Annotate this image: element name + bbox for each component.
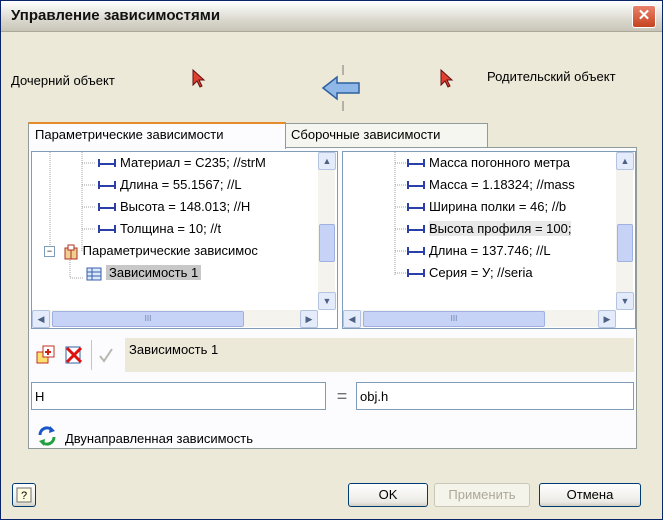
dimension-icon — [98, 158, 116, 169]
constraints-folder-icon — [64, 244, 78, 260]
close-icon: ✕ — [637, 7, 651, 24]
tree-item[interactable]: Высота = 148.013; //H — [98, 196, 250, 218]
apply-button[interactable]: Применить — [434, 483, 530, 507]
scroll-up-button[interactable]: ▲ — [616, 152, 634, 170]
bidirectional-label: Двунаправленная зависимость — [65, 431, 254, 446]
delete-dependency-button[interactable] — [63, 344, 85, 366]
dimension-icon — [407, 158, 425, 169]
add-dependency-icon — [36, 345, 55, 364]
left-expression-input[interactable]: H — [31, 382, 326, 410]
parent-object-label: Родительский объект — [487, 69, 616, 84]
dependency-name: Зависимость 1 — [129, 342, 219, 357]
scroll-right-button[interactable]: ▶ — [300, 310, 318, 328]
tab-panel: Материал = C235; //strM Длина = 55.1567;… — [28, 147, 637, 449]
scroll-up-button[interactable]: ▲ — [318, 152, 336, 170]
apply-dependency-button[interactable] — [95, 344, 117, 366]
cancel-button[interactable]: Отмена — [539, 483, 641, 507]
dimension-icon — [98, 180, 116, 191]
scroll-right-button[interactable]: ▶ — [598, 310, 616, 328]
window-title: Управление зависимостями — [11, 7, 221, 24]
vertical-scrollbar[interactable]: ▲ ▼ — [318, 152, 336, 310]
equals-sign: = — [336, 386, 348, 406]
refresh-icon — [38, 426, 56, 446]
scroll-left-button[interactable]: ◀ — [343, 310, 361, 328]
delete-dependency-icon — [65, 346, 83, 364]
dimension-icon — [98, 224, 116, 235]
direction-indicator — [319, 65, 367, 111]
vertical-scrollbar[interactable]: ▲ ▼ — [616, 152, 634, 310]
child-tree[interactable]: Материал = C235; //strM Длина = 55.1567;… — [31, 151, 338, 329]
horizontal-scrollbar[interactable]: ◀ III ▶ — [32, 310, 318, 328]
tree-item[interactable]: Материал = C235; //strM — [98, 152, 266, 174]
scroll-thumb[interactable]: III — [52, 311, 244, 327]
dimension-icon — [407, 268, 425, 279]
dependency-icon — [86, 267, 102, 281]
dialog-window: Управление зависимостями ✕ Дочерний объе… — [0, 0, 663, 520]
pick-parent-button[interactable] — [433, 65, 459, 91]
tab-parametric[interactable]: Параметрические зависимости — [28, 122, 286, 149]
dimension-icon — [407, 180, 425, 191]
scroll-down-button[interactable]: ▼ — [616, 292, 634, 310]
toolbar-separator — [91, 340, 92, 370]
arrow-left-icon — [321, 65, 360, 111]
tree-item-selected[interactable]: Зависимость 1 — [86, 262, 202, 284]
parent-tree[interactable]: Масса погонного метра Масса = 1.18324; /… — [342, 151, 636, 329]
child-object-label: Дочерний объект — [11, 73, 115, 88]
collapse-icon[interactable]: − — [44, 246, 55, 258]
help-button[interactable]: ? — [12, 483, 36, 507]
tree-item[interactable]: Ширина полки = 46; //b — [407, 196, 566, 218]
right-expression-input[interactable]: obj.h — [356, 382, 634, 410]
pick-child-button[interactable] — [185, 65, 211, 91]
scroll-thumb[interactable] — [319, 224, 335, 262]
checkmark-icon — [99, 348, 113, 363]
dependency-toolbar: Зависимость 1 — [31, 338, 634, 372]
close-button[interactable]: ✕ — [632, 5, 656, 28]
scroll-thumb[interactable] — [617, 224, 633, 262]
tree-folder-item[interactable]: − Параметрические зависимос — [44, 240, 258, 262]
title-bar: Управление зависимостями ✕ — [1, 1, 662, 32]
ok-button[interactable]: OK — [348, 483, 428, 507]
svg-text:?: ? — [21, 490, 27, 502]
bidirectional-toggle[interactable] — [35, 424, 59, 448]
dimension-icon — [407, 246, 425, 257]
tree-item[interactable]: Серия = У; //seria — [407, 262, 533, 284]
tree-item[interactable]: Масса = 1.18324; //mass — [407, 174, 575, 196]
tree-item[interactable]: Длина = 137.746; //L — [407, 240, 551, 262]
cursor-pick-icon — [440, 68, 454, 88]
horizontal-scrollbar[interactable]: ◀ III ▶ — [343, 310, 616, 328]
dependency-name-box: Зависимость 1 — [125, 338, 634, 372]
tree-item[interactable]: Толщина = 10; //t — [98, 218, 221, 240]
scroll-down-button[interactable]: ▼ — [318, 292, 336, 310]
dimension-icon — [98, 202, 116, 213]
cursor-pick-icon — [192, 68, 206, 88]
tree-item[interactable]: Масса погонного метра — [407, 152, 570, 174]
tab-assembly[interactable]: Сборочные зависимости — [284, 123, 488, 147]
scroll-left-button[interactable]: ◀ — [32, 310, 50, 328]
add-dependency-button[interactable] — [35, 344, 57, 366]
tree-item-selected[interactable]: Высота профиля = 100; — [407, 218, 572, 240]
scroll-thumb[interactable]: III — [363, 311, 545, 327]
tree-item[interactable]: Длина = 55.1567; //L — [98, 174, 242, 196]
dimension-icon — [407, 224, 425, 235]
dimension-icon — [407, 202, 425, 213]
help-icon: ? — [16, 487, 32, 503]
